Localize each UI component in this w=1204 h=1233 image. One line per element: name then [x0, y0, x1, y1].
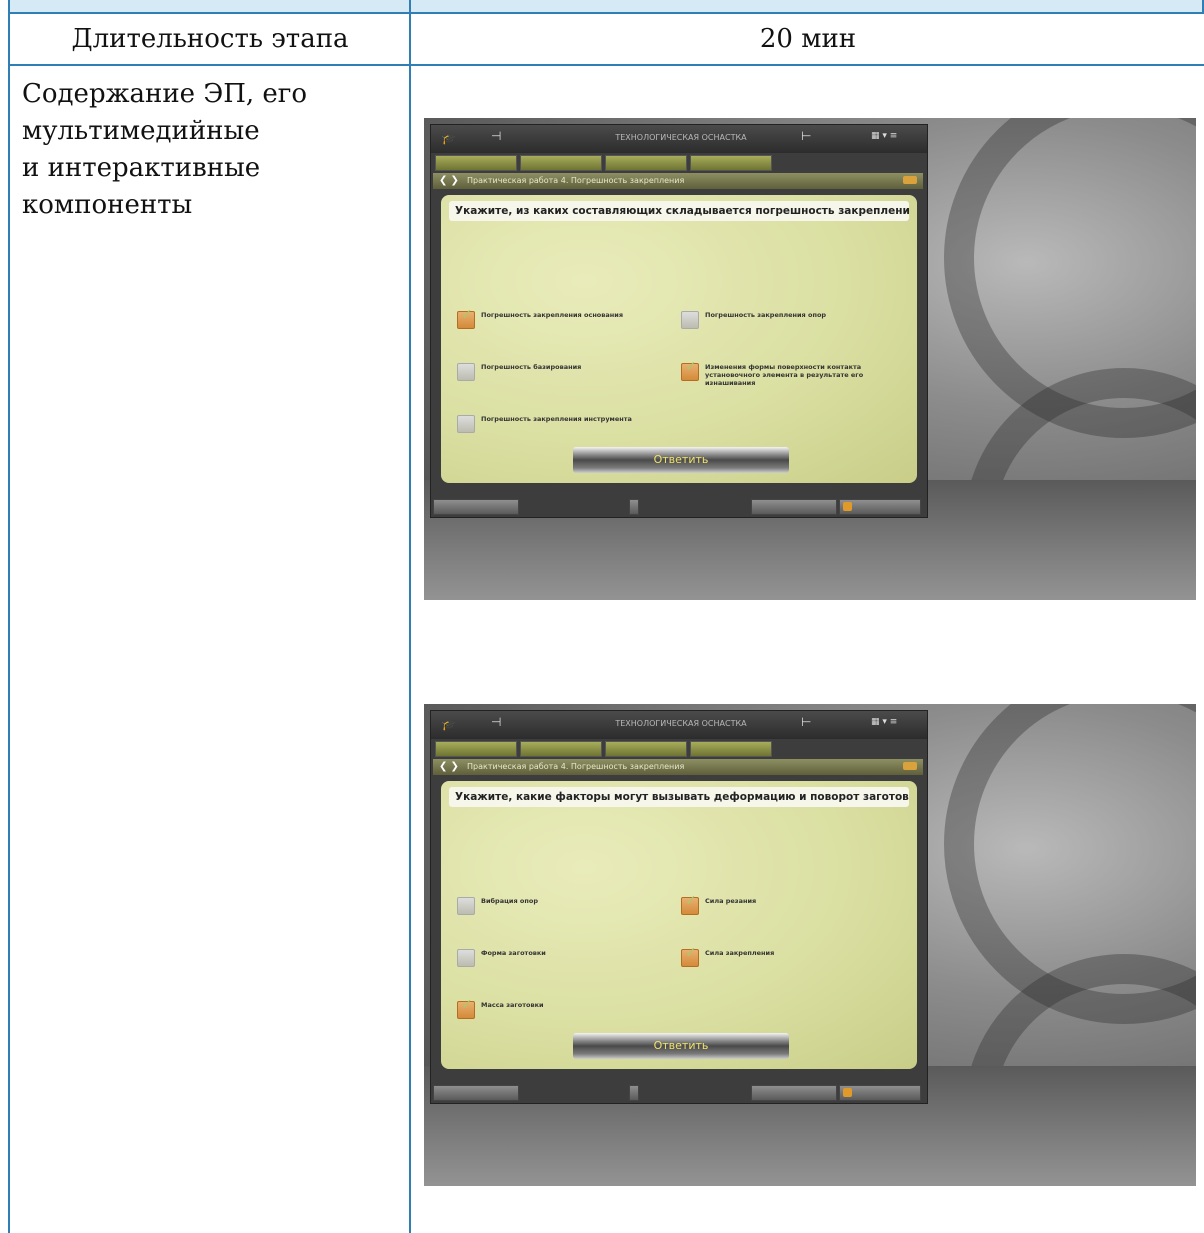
- graduation-cap-icon[interactable]: 🎓: [441, 131, 456, 145]
- checkbox[interactable]: [681, 311, 699, 329]
- option-label: Погрешность базирования: [481, 363, 582, 371]
- checkbox[interactable]: [457, 1001, 475, 1019]
- caliper-icon: ⊣: [491, 715, 502, 729]
- graduation-cap-icon[interactable]: 🎓: [441, 717, 456, 731]
- table-border-left: [8, 0, 10, 1233]
- option-label: Форма заготовки: [481, 949, 546, 957]
- answer-button[interactable]: Ответить: [573, 1033, 789, 1059]
- checkbox[interactable]: [681, 949, 699, 967]
- breadcrumb: Практическая работа 4. Погрешность закре…: [467, 762, 685, 771]
- toolbar-button[interactable]: [751, 499, 837, 515]
- table-column-divider: [409, 0, 411, 1233]
- content-label: Содержание ЭП, его мультимедийные и инте…: [22, 76, 402, 224]
- checkbox[interactable]: [457, 949, 475, 967]
- caliper-icon: ⊣: [491, 129, 502, 143]
- tab[interactable]: [435, 155, 517, 171]
- option-label: Сила резания: [705, 897, 757, 905]
- bottom-toolbar: [431, 1083, 927, 1101]
- app-screenshot-1: 🎓 ⊣ ТЕХНОЛОГИЧЕСКАЯ ОСНАСТКА ⊢ ▦ ▾ ≡ ❮ ❯…: [424, 118, 1196, 600]
- tab[interactable]: [605, 741, 687, 757]
- checkbox[interactable]: [457, 311, 475, 329]
- goals-button[interactable]: [839, 499, 921, 515]
- checkbox[interactable]: [457, 415, 475, 433]
- tab[interactable]: [690, 741, 772, 757]
- option-label: Изменения формы поверхности контакта уст…: [705, 363, 864, 387]
- caliper-icon: ⊢: [801, 129, 812, 143]
- question-text: Укажите, из каких составляющих складывае…: [449, 201, 909, 221]
- window-controls-icon[interactable]: ▦ ▾ ≡: [871, 717, 897, 727]
- table-row-divider: [8, 64, 1204, 66]
- question-panel: Укажите, какие факторы могут вызывать де…: [441, 781, 917, 1069]
- app-titlebar: 🎓 ⊣ ТЕХНОЛОГИЧЕСКАЯ ОСНАСТКА ⊢ ▦ ▾ ≡: [431, 711, 927, 739]
- tab[interactable]: [690, 155, 772, 171]
- collapse-icon[interactable]: [903, 762, 917, 770]
- app-screenshot-2: 🎓 ⊣ ТЕХНОЛОГИЧЕСКАЯ ОСНАСТКА ⊢ ▦ ▾ ≡ ❮ ❯…: [424, 704, 1196, 1186]
- app-window: 🎓 ⊣ ТЕХНОЛОГИЧЕСКАЯ ОСНАСТКА ⊢ ▦ ▾ ≡ ❮ ❯…: [430, 710, 928, 1104]
- table-header-band: [8, 0, 1204, 14]
- option-label: Погрешность закрепления инструмента: [481, 415, 632, 423]
- app-titlebar: 🎓 ⊣ ТЕХНОЛОГИЧЕСКАЯ ОСНАСТКА ⊢ ▦ ▾ ≡: [431, 125, 927, 153]
- checkbox[interactable]: [681, 897, 699, 915]
- checkbox[interactable]: [681, 363, 699, 381]
- question-panel: Укажите, из каких составляющих складывае…: [441, 195, 917, 483]
- scroll-handle[interactable]: [629, 499, 639, 515]
- goals-button[interactable]: [839, 1085, 921, 1101]
- app-window: 🎓 ⊣ ТЕХНОЛОГИЧЕСКАЯ ОСНАСТКА ⊢ ▦ ▾ ≡ ❮ ❯…: [430, 124, 928, 518]
- tab[interactable]: [605, 155, 687, 171]
- content-label-line: мультимедийные: [22, 116, 260, 146]
- toolbar-button[interactable]: [751, 1085, 837, 1101]
- window-controls-icon[interactable]: ▦ ▾ ≡: [871, 131, 897, 141]
- nav-arrows-icon[interactable]: ❮ ❯: [439, 759, 459, 775]
- breadcrumb-bar: ❮ ❯ Практическая работа 4. Погрешность з…: [433, 759, 923, 775]
- checkbox[interactable]: [457, 363, 475, 381]
- bottom-toolbar: [431, 497, 927, 515]
- checkbox[interactable]: [457, 897, 475, 915]
- option-label: Вибрация опор: [481, 897, 538, 905]
- option-label: Погрешность закрепления основания: [481, 311, 623, 319]
- breadcrumb-bar: ❮ ❯ Практическая работа 4. Погрешность з…: [433, 173, 923, 189]
- app-title: ТЕХНОЛОГИЧЕСКАЯ ОСНАСТКА: [615, 719, 747, 728]
- caliper-icon: ⊢: [801, 715, 812, 729]
- option-label: Сила закрепления: [705, 949, 775, 957]
- tab[interactable]: [520, 741, 602, 757]
- breadcrumb: Практическая работа 4. Погрешность закре…: [467, 176, 685, 185]
- nav-arrows-icon[interactable]: ❮ ❯: [439, 173, 459, 189]
- glossary-button[interactable]: [433, 499, 519, 515]
- collapse-icon[interactable]: [903, 176, 917, 184]
- tab-bar: [435, 741, 772, 757]
- content-label-line: и интерактивные: [22, 153, 261, 183]
- tab[interactable]: [435, 741, 517, 757]
- content-label-line: Содержание ЭП, его: [22, 79, 308, 109]
- question-text: Укажите, какие факторы могут вызывать де…: [449, 787, 909, 807]
- duration-label: Длительность этапа: [71, 24, 349, 54]
- app-title: ТЕХНОЛОГИЧЕСКАЯ ОСНАСТКА: [615, 133, 747, 142]
- scroll-handle[interactable]: [629, 1085, 639, 1101]
- content-label-line: компоненты: [22, 190, 193, 220]
- answer-button[interactable]: Ответить: [573, 447, 789, 473]
- option-label: Погрешность закрепления опор: [705, 311, 827, 319]
- tab[interactable]: [520, 155, 602, 171]
- glossary-button[interactable]: [433, 1085, 519, 1101]
- option-label: Масса заготовки: [481, 1001, 544, 1009]
- tab-bar: [435, 155, 772, 171]
- duration-value: 20 мин: [759, 24, 857, 54]
